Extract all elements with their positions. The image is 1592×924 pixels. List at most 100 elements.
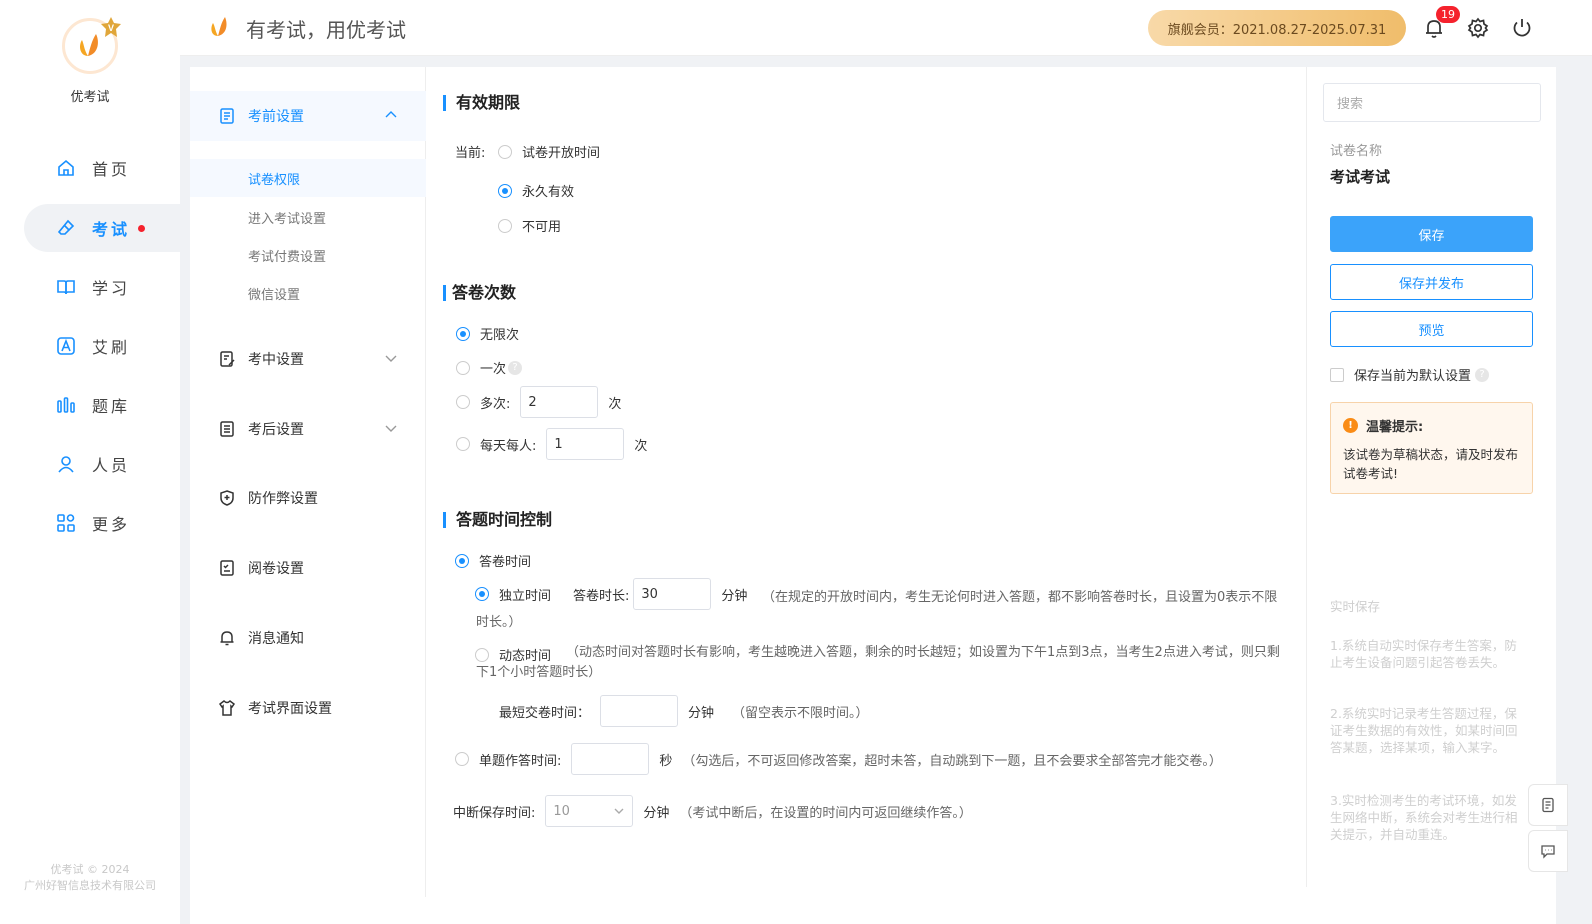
radio-label: 单题作答时间: (479, 753, 562, 769)
submenu-item-payment[interactable]: 考试付费设置 (190, 236, 426, 274)
help-icon[interactable]: ? (1475, 367, 1490, 382)
default-setting-checkbox-row[interactable]: 保存当前为默认设置 ? (1330, 365, 1490, 384)
float-doc-button[interactable] (1528, 784, 1568, 826)
search-input[interactable]: 搜索 (1323, 83, 1541, 122)
section-title-validity: 有效期限 (443, 95, 520, 111)
dynamic-hint: （动态时间对答题时长有影响，考生越晚进入答题，剩余的时长越短；如设置为下午1点到… (476, 645, 1280, 680)
radio-button[interactable] (498, 183, 512, 198)
min-submit-hint: （留空表示不限时间。） (732, 705, 869, 721)
interrupt-label: 中断保存时间: (453, 805, 536, 821)
help-icon[interactable]: ? (508, 360, 523, 375)
unit-label: 分钟 (643, 805, 670, 821)
nav-item-more[interactable]: 更多 (24, 499, 180, 547)
radio-button[interactable] (456, 326, 470, 341)
nav-item-bank[interactable]: 题库 (24, 381, 180, 429)
radio-multiple[interactable]: 多次: 2 次 (456, 386, 621, 418)
radio-single-question[interactable]: 单题作答时间: 秒 （勾选后，不可返回修改答案，超时未答，自动跳到下一题，且不会… (455, 743, 1222, 775)
tip-text: 该试卷为草稿状态，请及时发布试卷考试! (1343, 447, 1519, 481)
radio-open-time[interactable]: 试卷开放时间 (498, 142, 600, 161)
paper-name-label: 试卷名称 (1330, 144, 1383, 159)
radio-button[interactable] (498, 218, 512, 233)
radio-button[interactable] (498, 144, 512, 159)
interrupt-select[interactable]: 10 (545, 795, 634, 827)
submenu-grading[interactable]: 阅卷设置 (190, 543, 426, 593)
independent-hint: （在规定的开放时间内，考生无论何时进入答题，都不影响答卷时长，且设置为0表示不限… (476, 590, 1278, 630)
book-icon (57, 280, 75, 295)
vip-badge[interactable]: 旗舰会员：2021.08.27-2025.07.31 (1148, 10, 1406, 46)
submenu-during-exam[interactable]: 考中设置 (190, 334, 426, 384)
brand-name: 优考试 (70, 90, 110, 105)
submenu-label: 消息通知 (248, 631, 304, 647)
radio-button[interactable] (455, 752, 469, 766)
settings-submenu: 考前设置 试卷权限 进入考试设置 考试付费设置 微信设置 考中设置 考后设置 防… (190, 67, 426, 897)
chevron-down-icon (614, 808, 624, 814)
submenu-label: 防作弊设置 (248, 491, 318, 507)
submenu-label: 考前设置 (248, 109, 304, 125)
daily-count-input[interactable]: 1 (546, 428, 625, 460)
gear-icon[interactable] (1467, 17, 1489, 39)
radio-button[interactable] (456, 360, 470, 375)
submenu-label: 考中设置 (248, 352, 304, 368)
multi-count-input[interactable]: 2 (520, 386, 599, 418)
radio-button[interactable] (456, 395, 470, 409)
tip-box: ! 温馨提示: 该试卷为草稿状态，请及时发布试卷考试! (1330, 402, 1533, 494)
company-name: 广州好智信息技术有限公司 (24, 879, 156, 892)
submenu-before-exam[interactable]: 考前设置 (190, 91, 426, 141)
radio-unlimited[interactable]: 无限次 (456, 324, 519, 343)
warning-icon: ! (1343, 418, 1358, 433)
submenu-item-permission[interactable]: 试卷权限 (190, 159, 426, 197)
preview-button[interactable]: 预览 (1330, 311, 1533, 347)
nav-item-study[interactable]: 学习 (24, 263, 180, 311)
logo-leaf-icon (80, 34, 98, 56)
chevron-down-icon (385, 355, 397, 362)
chat-icon (1541, 845, 1555, 859)
save-publish-button[interactable]: 保存并发布 (1330, 264, 1533, 300)
grid-icon (57, 514, 75, 532)
submenu-label: 考试界面设置 (248, 701, 332, 717)
submenu-after-exam[interactable]: 考后设置 (190, 404, 426, 454)
radio-button[interactable] (456, 437, 470, 451)
radio-once[interactable]: 一次 ? (456, 358, 523, 377)
default-setting-checkbox[interactable] (1330, 367, 1344, 382)
nav-label: 首页 (92, 160, 131, 179)
radio-label: 永久有效 (522, 185, 575, 200)
min-submit-input[interactable] (600, 695, 679, 727)
power-icon[interactable] (1511, 17, 1533, 39)
radio-label: 试卷开放时间 (522, 146, 601, 161)
radio-permanent[interactable]: 永久有效 (498, 181, 574, 200)
nav-item-exam[interactable]: 考试 (24, 204, 180, 252)
submenu-anticheat[interactable]: 防作弊设置 (190, 473, 426, 523)
checklist-icon (220, 560, 234, 576)
save-button[interactable]: 保存 (1330, 216, 1533, 252)
min-submit-row: 最短交卷时间： 分钟 （留空表示不限时间。） (499, 695, 869, 727)
radio-unavailable[interactable]: 不可用 (498, 216, 561, 235)
radio-answer-time[interactable]: 答卷时间 (455, 551, 531, 570)
chevron-down-icon (385, 425, 397, 432)
nav-item-people[interactable]: 人员 (24, 440, 180, 488)
nav-label: 考试 (92, 220, 131, 239)
nav-item-home[interactable]: 首页 (24, 144, 180, 192)
nav-label: 题库 (92, 397, 131, 416)
unread-dot (138, 224, 146, 232)
submenu-item-wechat[interactable]: 微信设置 (190, 274, 426, 312)
interrupt-row: 中断保存时间: 10 分钟 （考试中断后，在设置的时间内可返回继续作答。） (453, 795, 972, 827)
radio-daily[interactable]: 每天每人: 1 次 (456, 428, 647, 460)
submenu-ui[interactable]: 考试界面设置 (190, 683, 426, 733)
notification-count: 19 (1436, 6, 1460, 23)
submenu-label: 考后设置 (248, 422, 304, 438)
checkbox-label: 保存当前为默认设置 (1354, 369, 1472, 384)
nav-label: 学习 (92, 279, 131, 298)
radio-button[interactable] (455, 553, 469, 568)
document-icon (220, 108, 234, 124)
svg-text:V: V (108, 23, 114, 33)
home-icon (58, 159, 74, 176)
float-chat-button[interactable] (1528, 830, 1568, 872)
a-icon (57, 337, 75, 355)
radio-label: 每天每人: (480, 438, 537, 454)
submenu-item-enter-settings[interactable]: 进入考试设置 (190, 198, 426, 236)
submenu-label: 阅卷设置 (248, 561, 304, 577)
copyright: 优考试 © 2024 广州好智信息技术有限公司 (0, 862, 180, 894)
single-question-input[interactable] (571, 743, 650, 775)
submenu-notify[interactable]: 消息通知 (190, 613, 426, 663)
nav-item-aishua[interactable]: 艾刷 (24, 322, 180, 370)
